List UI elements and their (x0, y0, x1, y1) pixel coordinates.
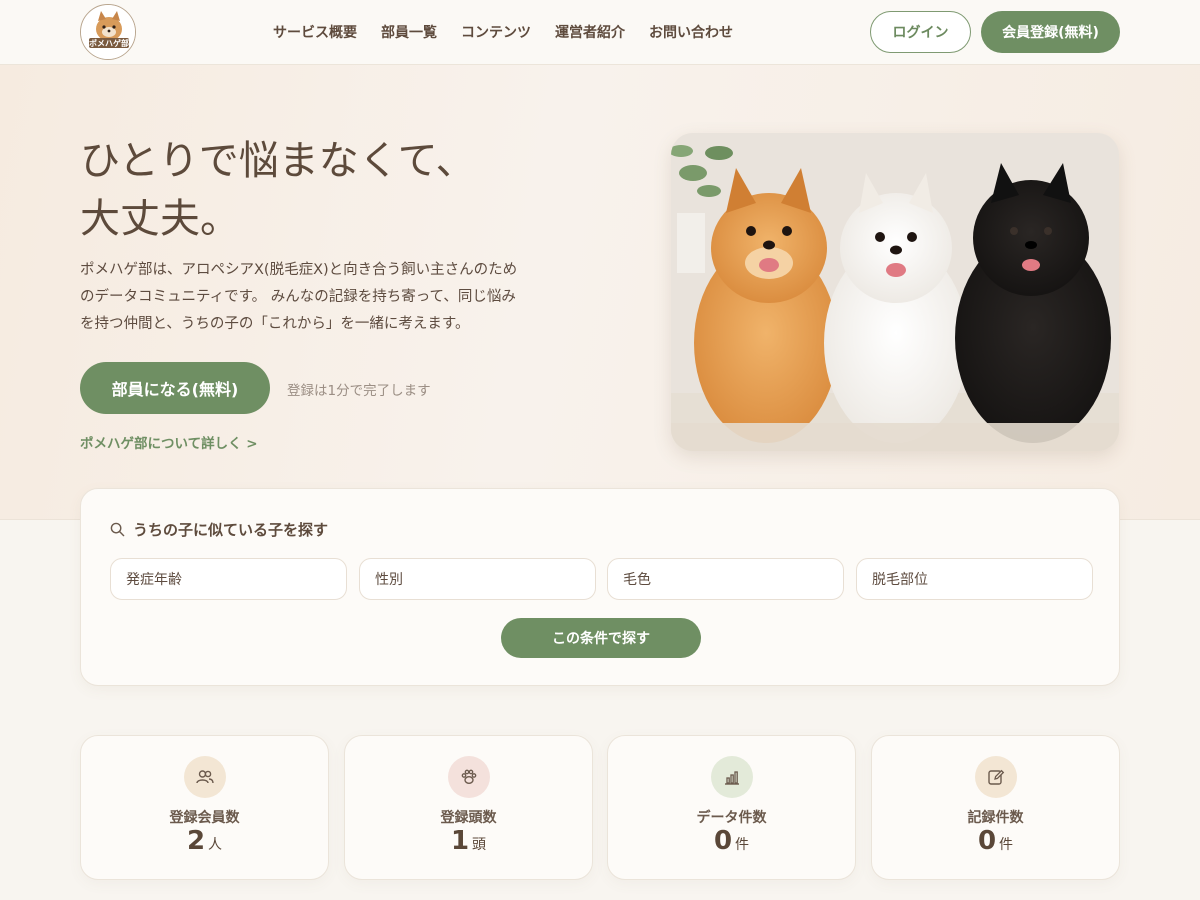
users-icon (183, 756, 226, 798)
about-link[interactable]: ポメハゲ部について詳しく > (80, 432, 258, 452)
nav-contents[interactable]: コンテンツ (461, 22, 531, 42)
bar-chart-icon (710, 756, 753, 798)
stat-number: 2 (186, 826, 206, 856)
stat-label: データ件数 (696, 810, 767, 826)
nav-contact[interactable]: お問い合わせ (649, 22, 733, 42)
stat-card-data: データ件数 0件 (607, 735, 856, 880)
stat-unit: 件 (735, 837, 750, 853)
hero-photo (671, 133, 1119, 451)
three-pomeranians-image (671, 133, 1119, 451)
stat-value: 0件 (872, 826, 1119, 856)
filter-onset-age[interactable]: 発症年齢 (110, 558, 347, 600)
hero-title: ひとりで悩まなくて、 大丈夫。 (80, 132, 600, 248)
paw-icon (447, 756, 490, 798)
logo-text: ポメハゲ部 (89, 38, 129, 48)
stat-unit: 件 (999, 837, 1014, 853)
hero-description: ポメハゲ部は、アロペシアX(脱毛症X)と向き合う飼い主さんのためのデータコミュニ… (80, 262, 518, 332)
stat-card-dogs: 登録頭数 1頭 (344, 735, 593, 880)
search-icon (110, 522, 125, 537)
nav-service[interactable]: サービス概要 (273, 22, 357, 42)
stat-value: 0件 (608, 826, 855, 856)
edit-icon (974, 756, 1017, 798)
register-button[interactable]: 会員登録(無料) (981, 11, 1120, 53)
stat-number: 1 (450, 826, 470, 856)
stat-value: 1頭 (345, 826, 592, 856)
hero-title-line1: ひとりで悩まなくて、 (80, 138, 476, 184)
search-title-text: うちの子に似ている子を探す (133, 521, 329, 539)
hero-section: ひとりで悩まなくて、 大丈夫。 ポメハゲ部は、アロペシアX(脱毛症X)と向き合う… (0, 65, 1200, 520)
logo[interactable]: ポメハゲ部 (80, 4, 136, 60)
search-submit-button[interactable]: この条件で探す (501, 618, 701, 658)
join-note: 登録は1分で完了します (287, 383, 431, 399)
stat-unit: 人 (208, 837, 223, 853)
stat-value: 2人 (81, 826, 328, 856)
nav-operator[interactable]: 運営者紹介 (555, 22, 625, 42)
stat-card-records: 記録件数 0件 (871, 735, 1120, 880)
stat-number: 0 (713, 826, 733, 856)
stat-label: 登録頭数 (440, 810, 497, 826)
filter-sex[interactable]: 性別 (359, 558, 596, 600)
main-nav: サービス概要 部員一覧 コンテンツ 運営者紹介 お問い合わせ (273, 22, 757, 42)
stat-number: 0 (977, 826, 997, 856)
search-title: うちの子に似ている子を探す (110, 519, 328, 540)
login-button[interactable]: ログイン (870, 11, 971, 53)
hero-title-line2: 大丈夫。 (80, 196, 240, 242)
filter-coat-color[interactable]: 毛色 (607, 558, 844, 600)
nav-members[interactable]: 部員一覧 (381, 22, 437, 42)
stat-label: 登録会員数 (169, 810, 240, 826)
join-button[interactable]: 部員になる(無料) (80, 362, 270, 414)
stat-label: 記録件数 (967, 810, 1024, 826)
filter-hair-loss-area[interactable]: 脱毛部位 (856, 558, 1093, 600)
stat-card-members: 登録会員数 2人 (80, 735, 329, 880)
stat-unit: 頭 (472, 837, 487, 853)
site-header: ポメハゲ部 サービス概要 部員一覧 コンテンツ 運営者紹介 お問い合わせ ログイ… (0, 0, 1200, 65)
search-card: うちの子に似ている子を探す 発症年齢 性別 毛色 脱毛部位 この条件で探す (80, 488, 1120, 686)
pomeranian-logo-icon: ポメハゲ部 (81, 5, 135, 59)
